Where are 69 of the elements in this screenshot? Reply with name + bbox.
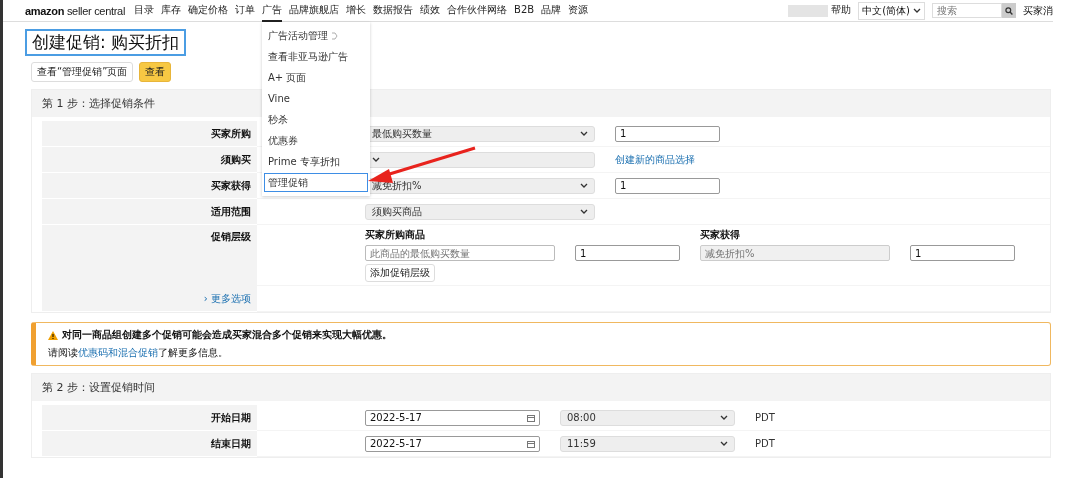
nav-item[interactable]: 库存 [161, 0, 182, 22]
nav-item[interactable]: 订单 [235, 0, 256, 22]
view-button[interactable]: 查看“管理促销”页面 [31, 62, 134, 82]
menu-item[interactable]: 广告活动管理 [264, 26, 368, 45]
nav-item[interactable]: 资源 [568, 0, 589, 22]
field-label: 开始日期 [42, 405, 257, 430]
column-heading: 买家所购商品 [365, 228, 426, 242]
chevron-down-icon [720, 415, 728, 420]
date-field[interactable]: 2022-5-17 [365, 409, 540, 426]
calendar-icon [527, 413, 535, 422]
nav-item[interactable]: 品牌 [541, 0, 562, 22]
nav-item[interactable]: 品牌旗舰店 [289, 0, 340, 22]
nav-item[interactable]: 确定价格 [188, 0, 229, 22]
redacted-block [788, 4, 829, 17]
input-field[interactable]: 1 [910, 245, 1015, 261]
field-label: 须购买 [42, 147, 257, 172]
nav-item[interactable]: 数据报告 [373, 0, 414, 22]
chevron-down-icon [580, 183, 588, 188]
step-title: 第 2 步：设置促销时间 [32, 374, 1050, 401]
time-select[interactable]: 11:59 [560, 435, 735, 452]
search-button[interactable] [1002, 3, 1016, 18]
chevron-down-icon [720, 441, 728, 446]
time-select[interactable]: 08:00 [560, 409, 735, 426]
warning-text: 请阅读优惠码和混合促销了解更多信息。 [48, 346, 229, 360]
chevron-down-icon [913, 8, 921, 13]
add-tier-button[interactable]: 添加促销层级 [365, 264, 435, 282]
menu-item[interactable]: 秒杀 [264, 110, 368, 129]
timezone-label: PDT [755, 438, 775, 449]
date-field[interactable]: 2022-5-17 [365, 435, 540, 452]
calendar-icon [527, 439, 535, 448]
menu-item[interactable]: 查看非亚马逊广告 [264, 47, 368, 66]
field-label: 适用范围 [42, 199, 257, 224]
column-heading: 买家获得 [700, 228, 741, 242]
chevron-down-icon [580, 131, 588, 136]
field-label: 结束日期 [42, 431, 257, 456]
field-label: 买家获得 [42, 173, 257, 198]
input-field[interactable]: 此商品的最低购买数量 [365, 245, 555, 261]
timezone-label: PDT [755, 412, 775, 423]
search-icon [1005, 6, 1013, 15]
nav-item[interactable]: 绩效 [420, 0, 441, 22]
account-link[interactable]: 买家消 [1023, 3, 1053, 18]
nav-item[interactable]: 合作伙伴网络 [447, 0, 508, 22]
menu-item[interactable]: Prime 专享折扣 [264, 152, 368, 171]
input-field[interactable]: 1 [575, 245, 680, 261]
nav-item[interactable]: 增长 [346, 0, 367, 22]
chevron-down-icon [580, 209, 588, 214]
field-label: 促销层级 [42, 225, 257, 286]
menu-item[interactable]: 优惠券 [264, 131, 368, 150]
dropdown-select[interactable]: 须购买商品 [365, 203, 595, 220]
view-button[interactable]: 查看 [139, 62, 172, 82]
menu-item[interactable]: A+ 页面 [264, 68, 368, 87]
input-field[interactable]: 1 [615, 125, 720, 142]
help-link[interactable]: 帮助 [831, 0, 852, 22]
nav-item[interactable]: 目录 [134, 0, 155, 22]
more-options-link[interactable]: › 更多选项 [203, 291, 251, 306]
page-title: 创建促销: 购买折扣 [25, 29, 187, 56]
info-link[interactable]: 优惠码和混合促销 [78, 347, 158, 358]
search-field[interactable]: 搜索 [932, 3, 1002, 18]
input-field[interactable]: 1 [615, 177, 720, 194]
field-label: 买家所购 [42, 121, 257, 146]
create-link[interactable]: 创建新的商品选择 [615, 152, 695, 167]
language-select[interactable]: 中文(简体) [858, 1, 925, 20]
nav-item[interactable]: B2B [514, 1, 535, 20]
menu-item[interactable]: 管理促销 [264, 173, 368, 192]
menu-item[interactable]: Vine [264, 89, 368, 108]
warning-title: 对同一商品组创建多个促销可能会造成买家混合多个促销来实现大幅优惠。 [62, 328, 392, 342]
logo[interactable]: amazon seller central [25, 4, 126, 17]
warning-icon [48, 330, 58, 340]
chevron-down-icon [372, 157, 380, 162]
